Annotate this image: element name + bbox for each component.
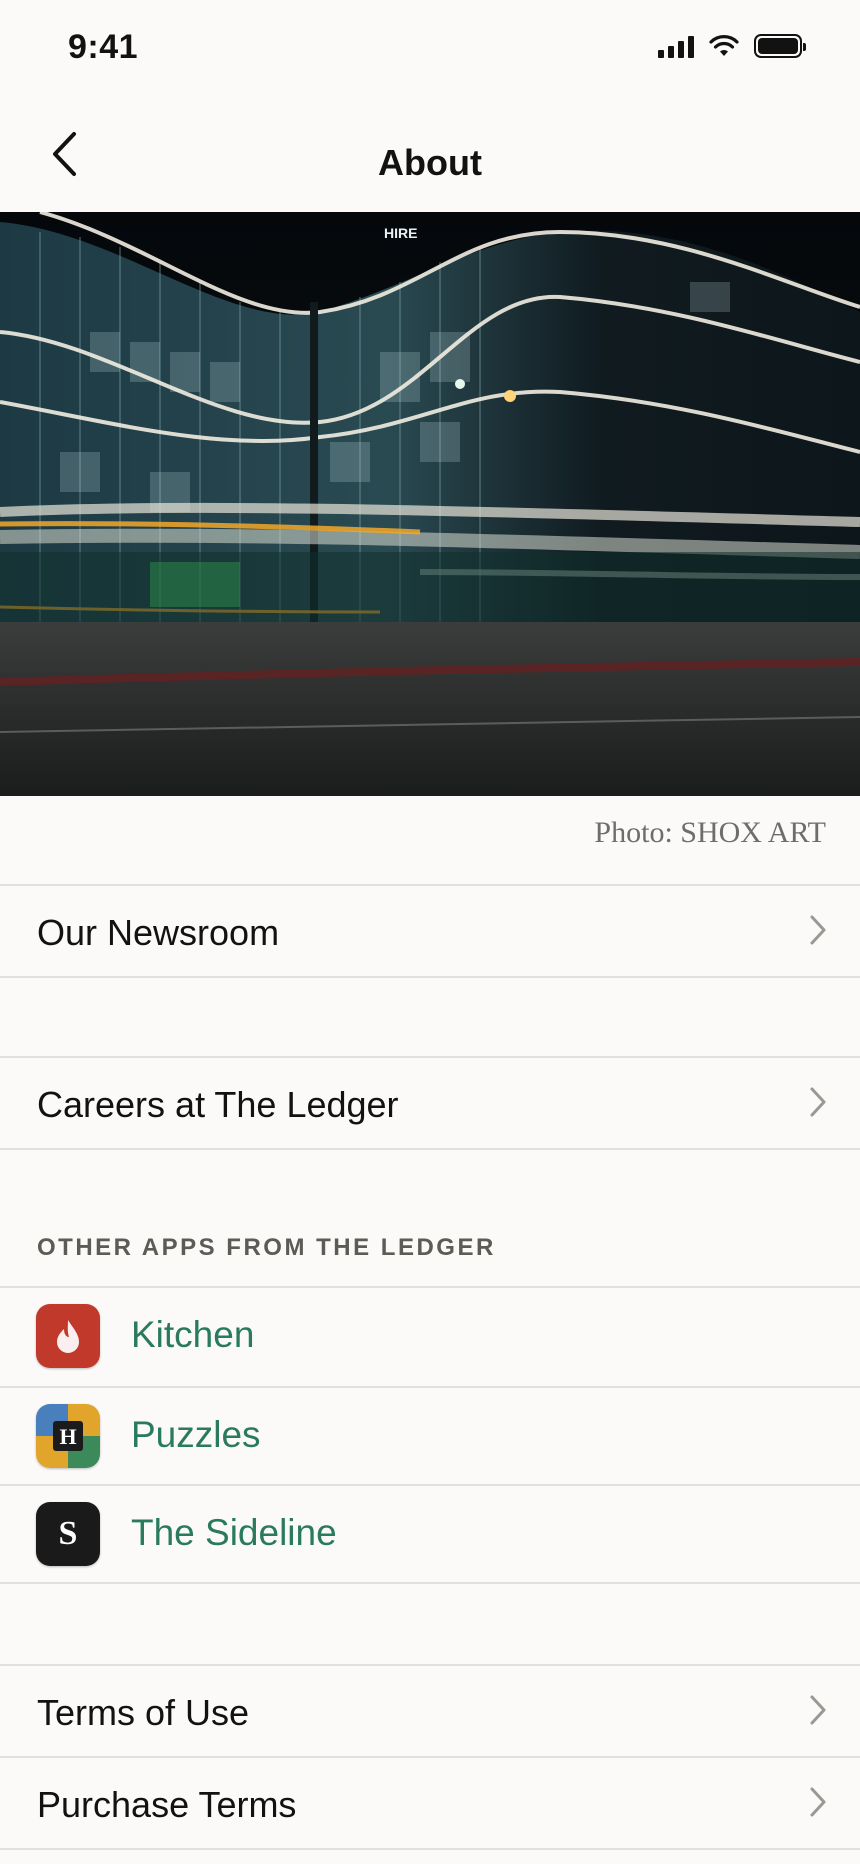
cellular-signal-icon — [658, 34, 694, 58]
status-icons — [658, 34, 806, 58]
page-title: About — [378, 142, 482, 183]
chevron-right-icon — [806, 1784, 830, 1820]
building-photo: HIRE — [0, 212, 860, 796]
app-row-the-sideline[interactable]: S The Sideline — [0, 1486, 860, 1582]
divider — [0, 1148, 860, 1150]
app-label: Puzzles — [131, 1414, 261, 1455]
chevron-right-icon — [806, 1084, 830, 1120]
status-time: 9:41 — [68, 28, 139, 66]
sideline-s-icon: S — [36, 1502, 100, 1566]
wifi-icon — [709, 35, 739, 56]
sideline-glyph: S — [58, 1515, 78, 1552]
chevron-right-icon — [806, 1692, 830, 1728]
row-label: Purchase Terms — [37, 1784, 297, 1825]
roof-sign-text: HIRE — [384, 225, 417, 241]
terms-of-use-row[interactable]: Terms of Use — [0, 1666, 860, 1756]
section-header-other-apps: OTHER APPS FROM THE LEDGER — [37, 1234, 496, 1261]
row-label: Careers at The Ledger — [37, 1084, 399, 1125]
row-label: Our Newsroom — [37, 912, 280, 953]
flame-icon — [36, 1304, 100, 1368]
divider — [0, 1582, 860, 1584]
status-bar: 9:41 — [0, 0, 860, 96]
navigation-bar: About — [0, 96, 860, 212]
puzzles-glyph: H — [59, 1424, 76, 1449]
our-newsroom-row[interactable]: Our Newsroom — [0, 886, 860, 976]
app-row-puzzles[interactable]: H Puzzles — [0, 1388, 860, 1484]
chevron-right-icon — [806, 912, 830, 948]
careers-row[interactable]: Careers at The Ledger — [0, 1058, 860, 1148]
divider — [0, 1848, 860, 1850]
app-row-kitchen[interactable]: Kitchen — [0, 1288, 860, 1384]
app-label: The Sideline — [131, 1512, 337, 1553]
photo-credit: Photo: SHOX ART — [594, 816, 826, 849]
divider — [0, 976, 860, 978]
row-label: Terms of Use — [37, 1692, 250, 1733]
puzzles-h-icon: H — [36, 1404, 100, 1468]
hero-image: HIRE — [0, 212, 860, 796]
purchase-terms-row[interactable]: Purchase Terms — [0, 1758, 860, 1848]
app-label: Kitchen — [131, 1314, 255, 1355]
battery-icon — [754, 34, 806, 58]
